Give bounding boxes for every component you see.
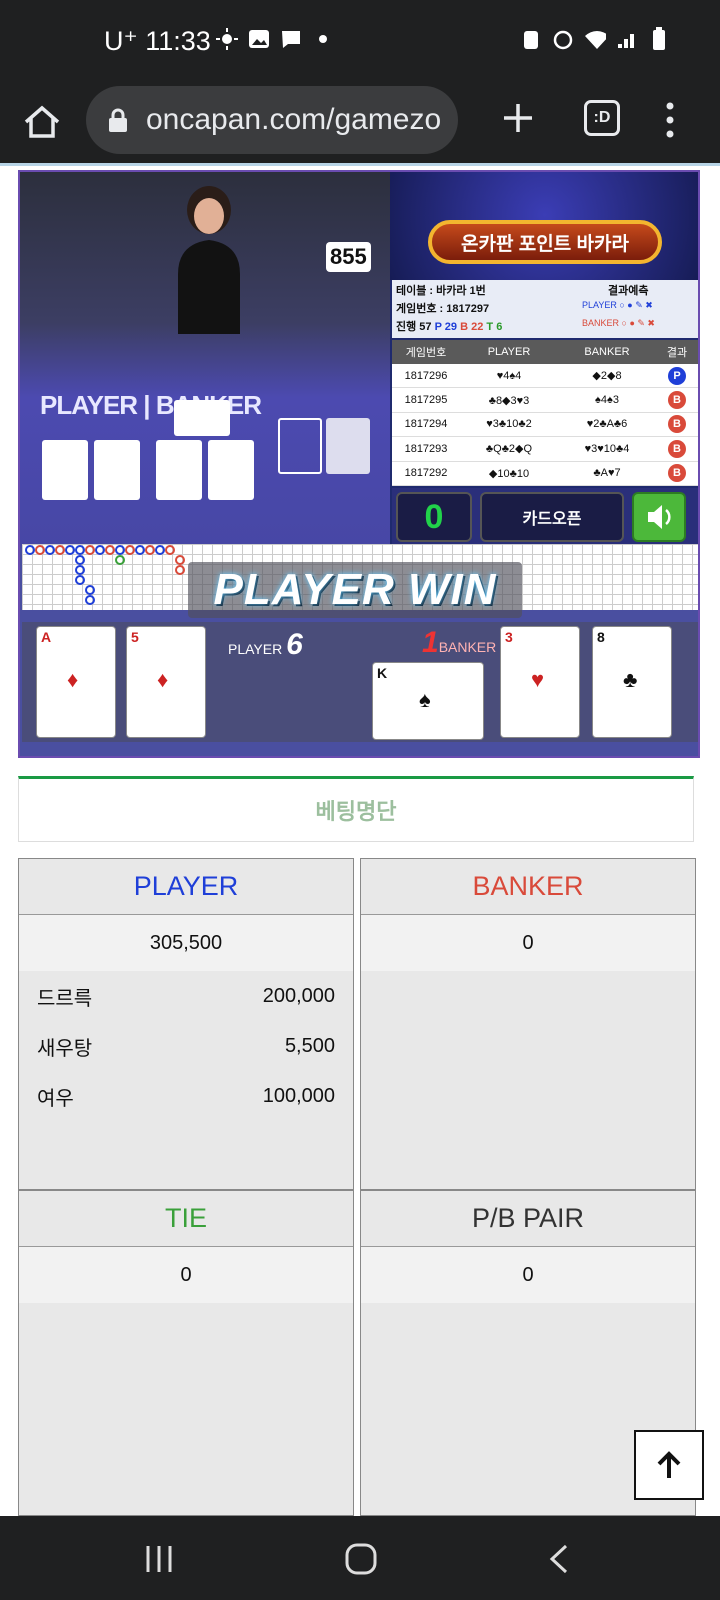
baccarat-game: 855 PLAYER | BANKER 온카판 포인트 바카라 테이블 : 바카…: [18, 170, 700, 758]
banker-card-2: 3 ♥: [500, 626, 580, 738]
player-card-1: A ♦: [36, 626, 116, 738]
status-time: U⁺ 11:33: [104, 26, 211, 56]
banner-title: 온카판 포인트 바카라: [428, 220, 662, 264]
game-banner: 온카판 포인트 바카라: [390, 172, 698, 280]
history-row: 1817296 ♥4♠4 ◆2◆8 P: [392, 364, 698, 389]
pair-bets-total: 0: [361, 1247, 695, 1303]
battery-saver-icon: [520, 28, 542, 50]
banker-bets-header: BANKER: [361, 859, 695, 915]
history-row: 1817294 ♥3♣10♣2 ♥2♣A♣6 B: [392, 413, 698, 438]
bet-entry: 여우 100,000: [37, 1084, 335, 1110]
pair-bets-header: P/B PAIR: [361, 1191, 695, 1247]
browser-toolbar: oncapan.com/gamezo :D: [0, 84, 720, 166]
history-table: 게임번호 PLAYER BANKER 결과 1817296 ♥4♠4 ◆2◆8 …: [392, 340, 698, 486]
arrow-up-icon: [657, 1451, 681, 1478]
banker-bets-panel: BANKER 0: [360, 858, 696, 1190]
live-video: 855 PLAYER | BANKER: [20, 172, 398, 548]
bet-entry: 새우탕 5,500: [37, 1034, 335, 1060]
countdown: 0: [396, 492, 472, 542]
game-info-panel: 온카판 포인트 바카라 테이블 : 바카라 1번 게임번호 : 1817297 …: [390, 172, 698, 548]
table-info: 테이블 : 바카라 1번 게임번호 : 1817297 진행 57 P 29 B…: [392, 280, 698, 338]
player-card-2: 5 ♦: [126, 626, 206, 738]
player-bets-total: 305,500: [19, 915, 353, 971]
wifi-icon: [584, 28, 606, 50]
brightness-icon: [216, 28, 238, 50]
tie-bets-panel: TIE 0: [18, 1190, 354, 1516]
home-icon[interactable]: [20, 100, 64, 144]
signal-icon: [616, 28, 638, 50]
history-row: 1817295 ♣8◆3♥3 ♠4♠3 B: [392, 388, 698, 413]
battery-icon: [648, 27, 670, 50]
new-tab-icon[interactable]: [496, 96, 540, 140]
player-bets-panel: PLAYER 305,500 드르륵 200,000 새우탕 5,500 여우 100…: [18, 858, 354, 1190]
gallery-icon: [248, 28, 270, 50]
table-card: [156, 440, 202, 500]
dot-icon: [312, 28, 334, 50]
table-card: [94, 440, 140, 500]
history-header: 게임번호 PLAYER BANKER 결과: [392, 340, 698, 364]
url-text: oncapan.com/gamezo: [146, 103, 442, 136]
scroll-to-top-button[interactable]: [634, 1430, 704, 1500]
result-cards: A ♦ 5 ♦ PLAYER 6 1BANKER K ♠ 3 ♥ 8 ♣: [22, 622, 698, 742]
home-nav-icon[interactable]: [344, 1542, 378, 1576]
tie-bets-header: TIE: [19, 1191, 353, 1247]
card-shoe: [326, 418, 370, 474]
predict-banker[interactable]: BANKER ○ ● ✎ ✖: [582, 318, 655, 329]
table-card: [42, 440, 88, 500]
player-score: PLAYER 6: [228, 628, 303, 661]
history-row: 1817292 ◆10♣10 ♣A♥7 B: [392, 462, 698, 486]
history-row: 1817293 ♣Q♣2◆Q ♥3♥10♣4 B: [392, 437, 698, 462]
game-controls: 0 카드오픈: [392, 488, 698, 546]
alarm-icon: [552, 28, 574, 50]
banker-bets-total: 0: [361, 915, 695, 971]
recent-apps-icon[interactable]: [144, 1544, 174, 1574]
message-icon: [280, 28, 302, 50]
banker-score: 1BANKER: [422, 626, 497, 659]
menu-icon[interactable]: [660, 98, 680, 142]
table-card: [208, 440, 254, 500]
card-open-button[interactable]: 카드오픈: [480, 492, 624, 542]
player-bets-header: PLAYER: [19, 859, 353, 915]
win-banner: PLAYER WIN: [188, 562, 522, 618]
banker-card-3: 8 ♣: [592, 626, 672, 738]
url-field[interactable]: oncapan.com/gamezo: [86, 86, 458, 154]
card-slot: [278, 418, 322, 474]
status-bar: U⁺ 11:33: [0, 0, 720, 84]
lock-icon: [108, 108, 128, 132]
table-number: 855: [326, 242, 371, 272]
table-card: [174, 400, 230, 436]
sound-icon[interactable]: [632, 492, 686, 542]
back-icon[interactable]: [548, 1544, 572, 1574]
banker-card-1: K ♠: [372, 662, 484, 740]
tab-switcher-button[interactable]: :D: [584, 100, 620, 136]
dealer-image: [168, 184, 250, 334]
system-nav-bar: [0, 1516, 720, 1600]
bet-entry: 드르륵 200,000: [37, 984, 335, 1010]
tie-bets-total: 0: [19, 1247, 353, 1303]
predict-player[interactable]: PLAYER ○ ● ✎ ✖: [582, 300, 653, 311]
betting-list-title: 베팅명단: [18, 776, 694, 842]
